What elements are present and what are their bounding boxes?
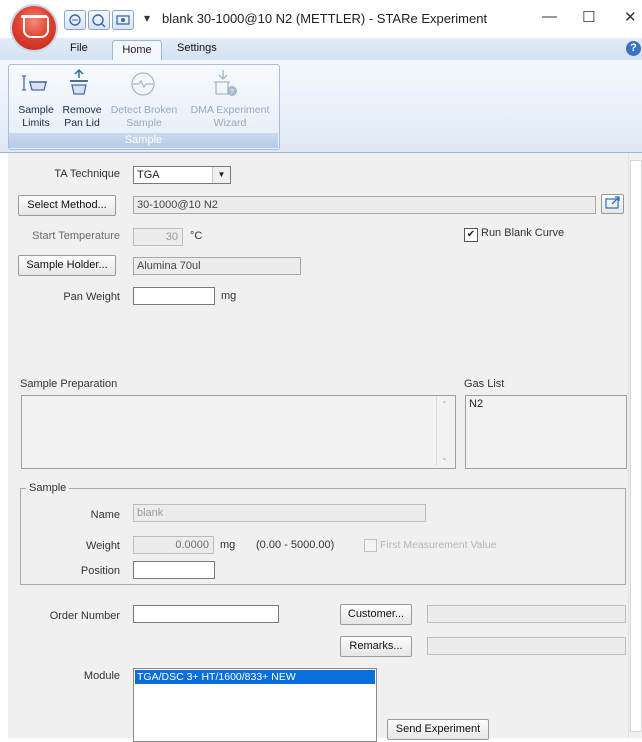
module-list[interactable]: TGA/DSC 3+ HT/1600/833+ NEW — [133, 668, 377, 742]
first-measurement-checkbox — [364, 539, 377, 552]
pan-weight-label: Pan Weight — [63, 291, 120, 303]
start-temperature-unit: °C — [190, 230, 203, 242]
gas-list-item[interactable]: N2 — [466, 396, 626, 412]
gas-list-box[interactable]: N2 — [465, 395, 627, 469]
sample-limits-label-2: Limits — [22, 117, 50, 129]
tab-home[interactable]: Home — [112, 40, 162, 61]
open-method-button[interactable] — [601, 194, 624, 214]
run-blank-curve-checkbox[interactable]: ✔ — [464, 228, 478, 242]
sample-limits-icon[interactable] — [20, 68, 50, 98]
sample-weight-label: Weight — [85, 540, 120, 552]
sample-preparation-scrollbar[interactable]: ⌃ ⌄ — [436, 396, 454, 466]
sample-position-label: Position — [80, 565, 120, 577]
sample-holder-field: Alumina 70ul — [133, 257, 301, 275]
dma-wizard-label-2: Wizard — [213, 117, 247, 129]
remarks-field — [427, 637, 626, 655]
sample-limits-label-1: Sample — [18, 104, 54, 116]
customer-field — [427, 605, 626, 623]
ta-technique-label: TA Technique — [54, 168, 120, 180]
sample-preparation-textarea[interactable] — [21, 395, 456, 469]
quick-access-dropdown[interactable]: ▾ — [144, 11, 150, 25]
minimize-button[interactable]: — — [542, 8, 557, 25]
sample-preparation-label: Sample Preparation — [20, 378, 118, 390]
dma-wizard-label-1: DMA Experiment — [190, 104, 270, 116]
sample-weight-range: (0.00 - 5000.00) — [256, 539, 335, 551]
chevron-down-icon[interactable]: ▼ — [212, 167, 230, 183]
customer-button[interactable]: Customer... — [340, 604, 412, 625]
order-number-input[interactable] — [133, 605, 279, 623]
sample-fieldset-legend: Sample — [26, 482, 70, 494]
dma-wizard-icon: ? — [208, 68, 238, 98]
ribbon-tab-row — [0, 38, 642, 61]
application-menu-button[interactable] — [12, 6, 56, 50]
sample-weight-unit: mg — [220, 539, 236, 551]
quick-access-save-icon[interactable] — [88, 10, 110, 30]
tab-file[interactable]: File — [70, 42, 88, 54]
scroll-up-icon[interactable]: ⌃ — [441, 400, 448, 409]
dma-wizard-button: DMA Experiment Wizard — [184, 104, 276, 130]
open-external-icon — [604, 196, 620, 209]
remarks-button[interactable]: Remarks... — [340, 636, 412, 657]
close-button[interactable]: ✕ — [624, 8, 637, 26]
scroll-down-icon[interactable]: ⌄ — [441, 453, 448, 462]
module-label: Module — [83, 670, 120, 682]
detect-broken-sample-icon — [128, 68, 158, 98]
pan-weight-unit: mg — [221, 290, 237, 302]
sample-name-label: Name — [90, 509, 120, 521]
remove-pan-lid-label-2: Pan Lid — [64, 117, 100, 129]
select-method-button[interactable]: Select Method... — [18, 195, 116, 216]
start-temperature-label: Start Temperature — [32, 230, 120, 242]
module-list-item[interactable]: TGA/DSC 3+ HT/1600/833+ NEW — [135, 670, 375, 684]
quick-access-open-icon[interactable] — [64, 10, 86, 30]
ta-technique-value: TGA — [137, 169, 160, 181]
sample-limits-button[interactable]: Sample Limits — [16, 104, 56, 130]
gas-list-label: Gas List — [464, 378, 505, 390]
sample-name-field: blank — [133, 504, 426, 522]
sample-group-label: Sample — [9, 133, 278, 148]
crucible-icon — [23, 16, 49, 38]
detect-broken-label-2: Sample — [126, 117, 162, 129]
maximize-button[interactable]: ☐ — [582, 8, 595, 26]
start-temperature-field: 30 — [133, 228, 183, 246]
send-experiment-button[interactable]: Send Experiment — [387, 719, 489, 740]
vertical-scrollbar-thumb[interactable] — [630, 160, 642, 732]
method-name-field: 30-1000@10 N2 — [133, 196, 596, 214]
tab-settings[interactable]: Settings — [177, 42, 217, 54]
detect-broken-sample-button: Detect Broken Sample — [104, 104, 184, 130]
remove-pan-lid-button[interactable]: Remove Pan Lid — [60, 104, 104, 130]
detect-broken-label-1: Detect Broken — [110, 104, 178, 116]
window-title: blank 30-1000@10 N2 (METTLER) - STARe Ex… — [162, 11, 488, 26]
sample-weight-field: 0.0000 — [133, 536, 214, 554]
remove-pan-lid-icon[interactable] — [64, 68, 94, 98]
sample-holder-button[interactable]: Sample Holder... — [18, 255, 116, 276]
run-blank-curve-label: Run Blank Curve — [481, 227, 565, 239]
sample-position-input[interactable] — [133, 561, 215, 579]
svg-text:?: ? — [230, 89, 234, 96]
quick-access-print-icon[interactable] — [112, 10, 134, 30]
remove-pan-lid-label-1: Remove — [62, 104, 102, 116]
order-number-label: Order Number — [49, 610, 120, 622]
help-icon[interactable]: ? — [626, 41, 641, 56]
first-measurement-label: First Measurement Value — [380, 539, 497, 551]
pan-weight-input[interactable] — [133, 287, 215, 305]
